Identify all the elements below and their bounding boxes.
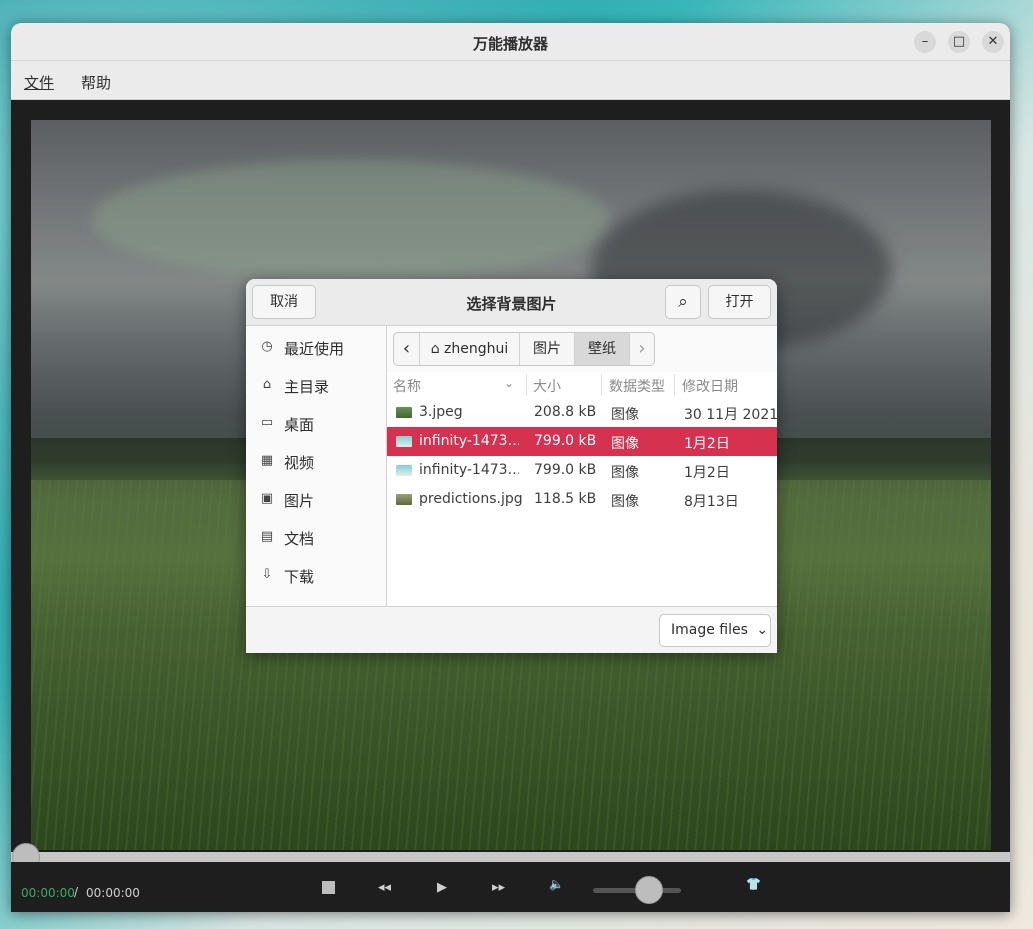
home-icon: ⌂ — [430, 341, 440, 357]
title-bar: 万能播放器 – □ ✕ — [11, 23, 1010, 61]
search-button[interactable]: ⌕ — [665, 285, 701, 319]
fast-forward-icon[interactable]: ▸▸ — [492, 880, 505, 895]
image-thumbnail — [396, 436, 412, 447]
seek-bar[interactable] — [11, 852, 1010, 862]
path-segment[interactable]: 图片 — [520, 333, 575, 365]
dialog-footer: Image files ⌄ — [246, 606, 777, 653]
places-sidebar: ◷ 最近使用 ⌂ 主目录 ▭ 桌面 ▦ 视频 ▣ 图片 ▤ 文档 ⇩ 下载 — [246, 326, 387, 606]
file-type: 图像 — [611, 407, 639, 423]
file-name: 3.jpeg — [419, 404, 463, 420]
file-type: 图像 — [611, 494, 639, 510]
file-row-selected[interactable]: infinity-1473… 799.0 kB 图像 1月2日 — [387, 427, 777, 456]
file-modified: 8月13日 — [684, 494, 739, 510]
image-thumbnail — [396, 465, 412, 476]
file-name: predictions.jpg — [419, 491, 523, 507]
desktop-icon: ▭ — [260, 415, 274, 430]
home-icon: ⌂ — [262, 377, 272, 392]
file-size: 799.0 kB — [534, 462, 597, 478]
place-label: 图片 — [284, 492, 315, 510]
volume-handle[interactable] — [635, 876, 663, 904]
chevron-down-icon[interactable]: ⌄ — [504, 376, 514, 390]
file-modified: 1月2日 — [684, 436, 730, 452]
path-segment-label: zhenghui — [444, 341, 509, 357]
dialog-header: 取消 选择背景图片 ⌕ 打开 — [246, 279, 777, 326]
chevron-left-icon: ‹ — [402, 338, 411, 359]
column-size[interactable]: 大小 — [533, 376, 561, 396]
stop-icon[interactable] — [322, 881, 335, 894]
maximize-button[interactable]: □ — [948, 31, 970, 53]
document-icon: ▤ — [260, 529, 274, 544]
place-label: 主目录 — [284, 378, 330, 396]
download-icon: ⇩ — [261, 567, 273, 582]
path-segment-home[interactable]: ⌂ zhenghui — [420, 333, 520, 365]
clock-icon: ◷ — [261, 339, 273, 354]
file-modified: 30 11月 2021 — [684, 407, 777, 423]
file-type: 图像 — [611, 465, 639, 481]
speaker-icon[interactable]: 🔈 — [549, 877, 564, 891]
file-name: infinity-1473… — [419, 433, 519, 449]
place-label: 视频 — [284, 454, 315, 472]
file-chooser-dialog: 取消 选择背景图片 ⌕ 打开 ◷ 最近使用 ⌂ 主目录 ▭ 桌面 ▦ 视频 ▣ … — [246, 279, 777, 653]
total-time: 00:00:00 — [86, 886, 140, 900]
time-separator: / — [74, 885, 79, 899]
file-size: 208.8 kB — [534, 404, 597, 420]
rewind-icon[interactable]: ◂◂ — [378, 880, 391, 895]
path-back-button[interactable]: ‹ — [394, 333, 420, 365]
minimize-button[interactable]: – — [914, 31, 936, 53]
column-name[interactable]: 名称 — [393, 376, 421, 396]
open-button[interactable]: 打开 — [708, 285, 771, 319]
file-name: infinity-1473… — [419, 462, 519, 478]
chevron-right-icon: › — [638, 338, 646, 359]
file-row[interactable]: 3.jpeg 208.8 kB 图像 30 11月 2021 — [387, 398, 777, 427]
filter-label: Image files — [671, 622, 748, 638]
place-label: 下载 — [284, 568, 315, 586]
play-icon[interactable]: ▶ — [437, 880, 447, 895]
window-title: 万能播放器 — [472, 35, 548, 53]
search-icon: ⌕ — [678, 292, 688, 312]
close-button[interactable]: ✕ — [982, 31, 1004, 53]
image-thumbnail — [396, 407, 412, 418]
file-filter-dropdown[interactable]: Image files ⌄ — [659, 614, 771, 647]
column-modified[interactable]: 修改日期 — [682, 376, 738, 396]
place-label: 桌面 — [284, 416, 315, 434]
chevron-down-icon: ⌄ — [756, 622, 769, 638]
file-size: 118.5 kB — [534, 491, 597, 507]
place-label: 最近使用 — [284, 340, 345, 358]
control-bar: 00:00:00 / 00:00:00 ◂◂ ▶ ▸▸ 🔈 👕 — [11, 862, 1010, 912]
file-size: 799.0 kB — [534, 433, 597, 449]
menu-bar: 文件 帮助 — [11, 61, 1010, 100]
file-row[interactable]: predictions.jpg 118.5 kB 图像 8月13日 — [387, 485, 777, 514]
image-thumbnail — [396, 494, 412, 505]
current-time: 00:00:00 — [21, 886, 75, 900]
file-list: 名称 ⌄ 大小 数据类型 修改日期 3.jpeg 208.8 kB 图像 30 … — [387, 372, 777, 606]
film-icon: ▦ — [260, 453, 274, 468]
menu-help[interactable]: 帮助 — [81, 72, 111, 93]
file-type: 图像 — [611, 436, 639, 452]
path-segment-current[interactable]: 壁纸 — [575, 333, 630, 365]
menu-file[interactable]: 文件 — [24, 72, 54, 93]
shirt-icon[interactable]: 👕 — [746, 877, 761, 891]
path-forward-button[interactable]: › — [630, 333, 654, 365]
path-bar: ‹ ⌂ zhenghui 图片 壁纸 › — [393, 332, 655, 366]
file-row[interactable]: infinity-1473… 799.0 kB 图像 1月2日 — [387, 456, 777, 485]
image-icon: ▣ — [260, 491, 274, 506]
column-type[interactable]: 数据类型 — [609, 376, 665, 396]
place-label: 文档 — [284, 530, 315, 548]
file-modified: 1月2日 — [684, 465, 730, 481]
